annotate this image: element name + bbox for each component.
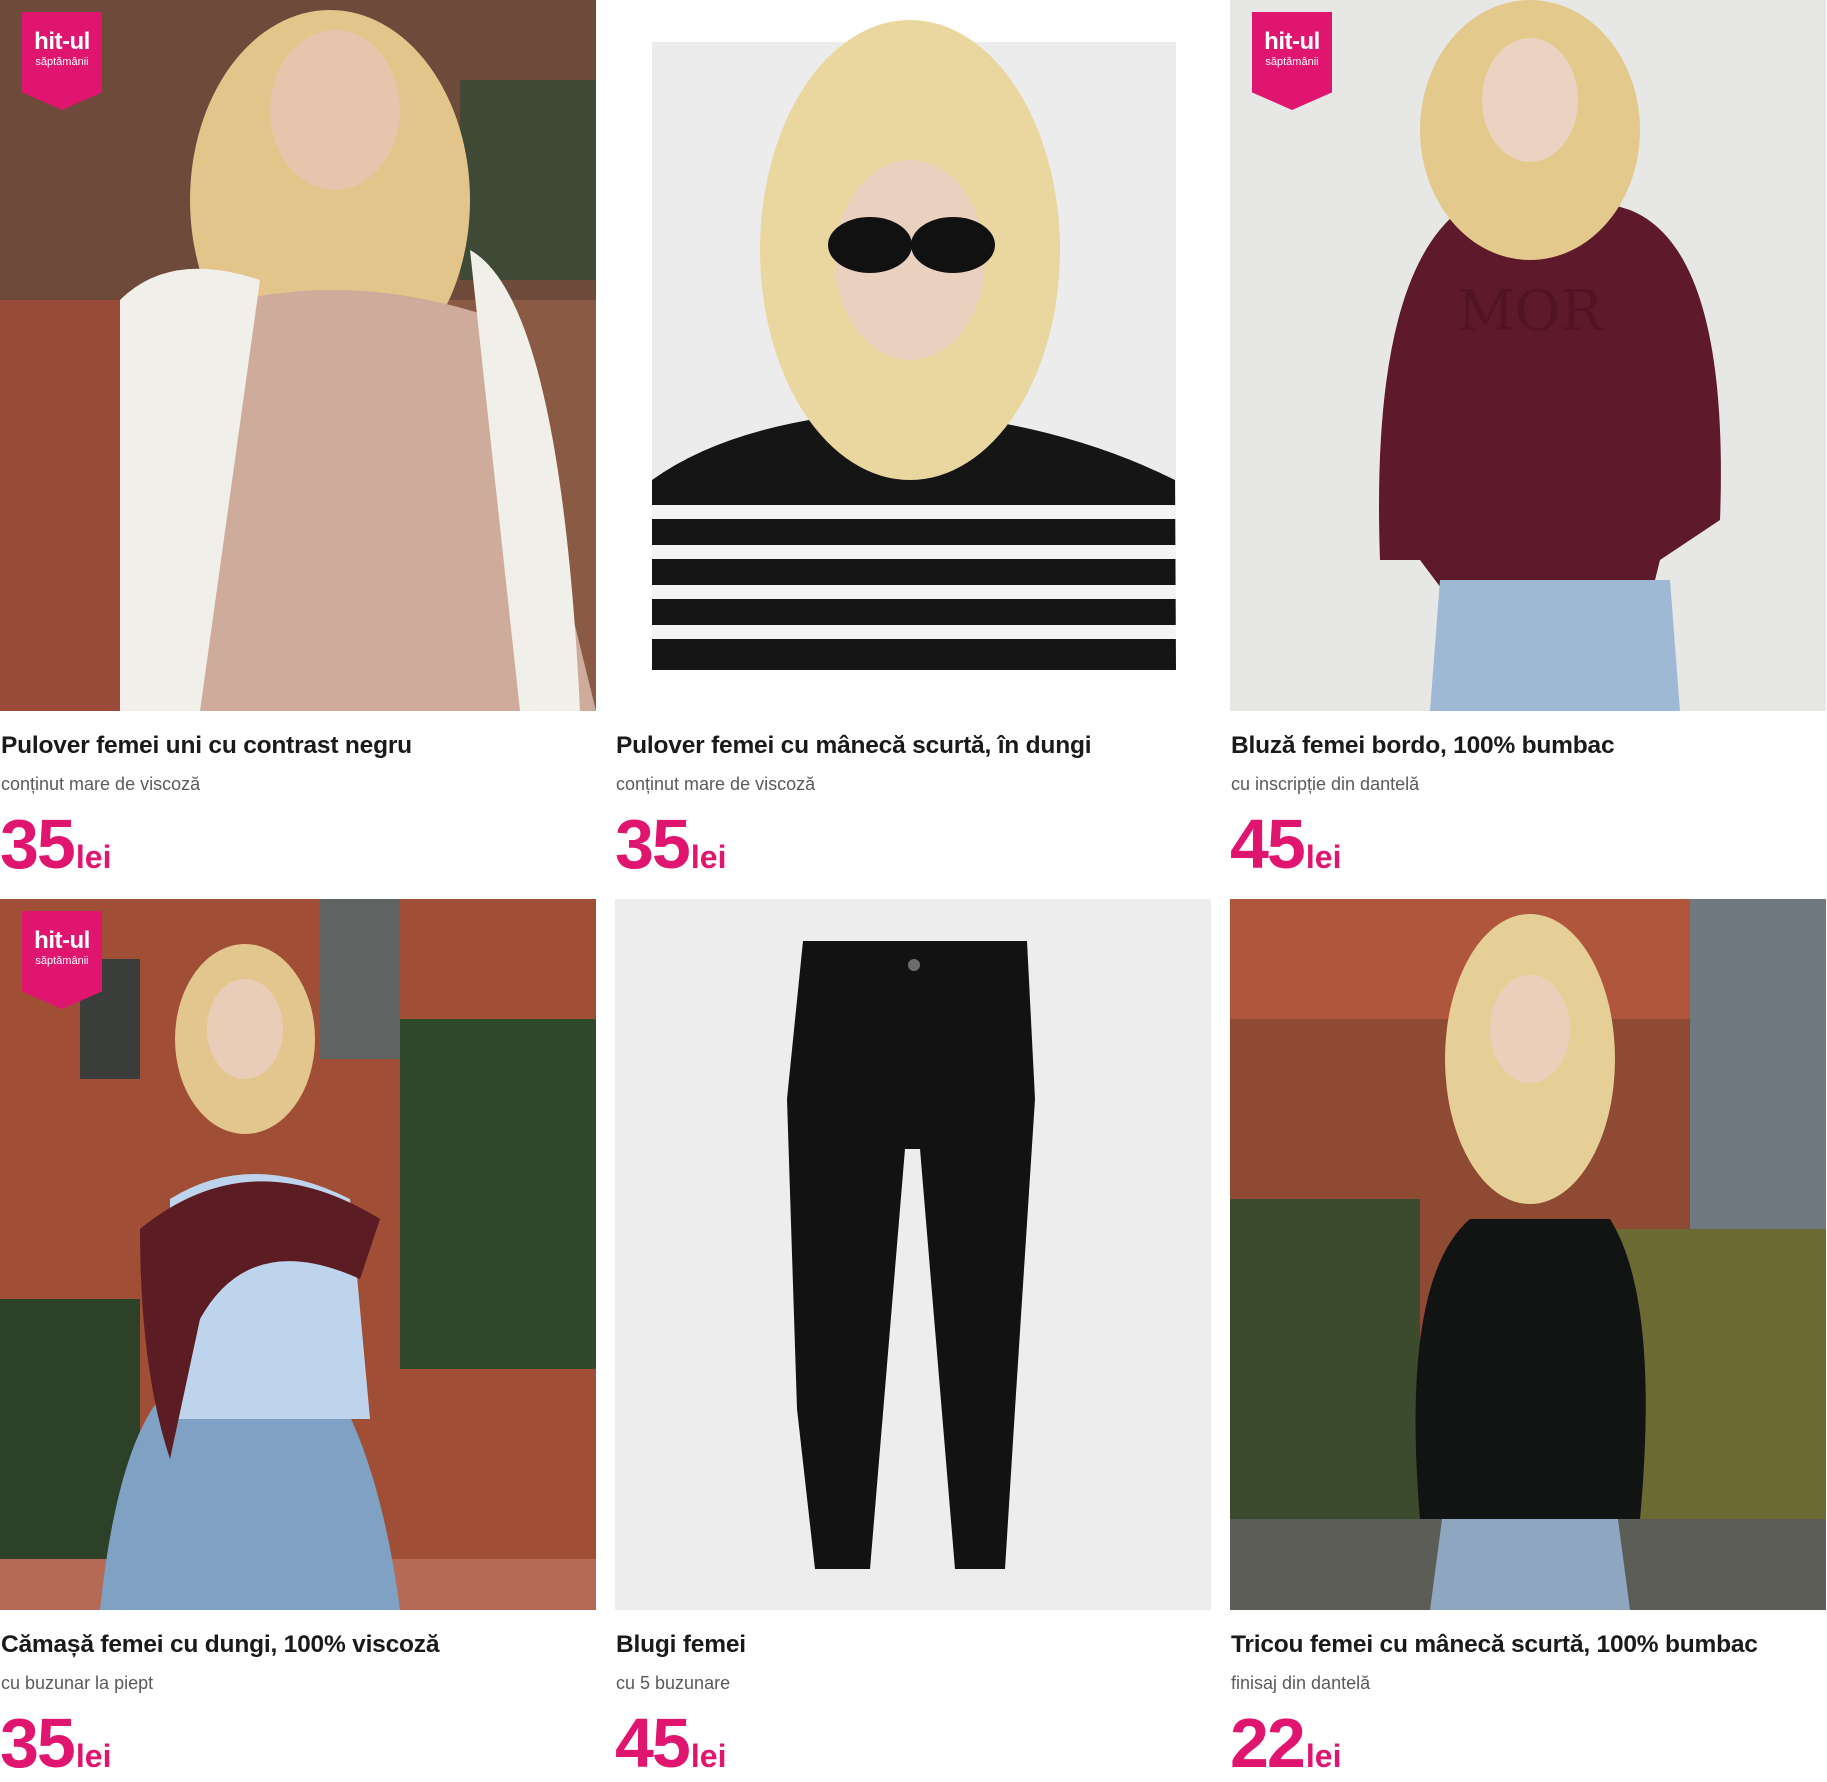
hit-badge: hit-ul săptămânii <box>1252 12 1332 110</box>
product-subtitle: conținut mare de viscoză <box>616 774 816 794</box>
product-price: 35lei <box>615 806 726 882</box>
hit-badge: hit-ul săptămânii <box>22 911 102 1009</box>
product-card[interactable]: hit-ul săptămânii Cămașă femei cu dungi,… <box>0 899 596 1781</box>
photo-placeholder <box>0 899 596 1610</box>
badge-title: hit-ul <box>34 927 90 954</box>
product-title[interactable]: Pulover femei uni cu contrast negru <box>1 731 412 761</box>
price-value: 22 <box>1230 1704 1306 1782</box>
product-subtitle: cu 5 buzunare <box>616 1673 731 1693</box>
product-subtitle: cu buzunar la piept <box>1 1673 154 1693</box>
photo-placeholder <box>615 899 1211 1610</box>
product-card[interactable]: Blugi femei cu 5 buzunare 45lei <box>615 899 1211 1781</box>
price-currency: lei <box>1305 839 1342 875</box>
hit-badge: hit-ul săptămânii <box>22 12 102 110</box>
badge-subtitle: săptămânii <box>1265 56 1319 68</box>
price-currency: lei <box>75 839 112 875</box>
photo-placeholder <box>1230 899 1826 1610</box>
badge-subtitle: săptămânii <box>35 56 89 68</box>
price-value: 35 <box>0 1704 76 1782</box>
product-title[interactable]: Pulover femei cu mânecă scurtă, în dungi <box>616 731 1092 761</box>
product-card[interactable]: hit-ul săptămânii Pulover femei uni cu c… <box>0 0 596 882</box>
product-title[interactable]: Tricou femei cu mânecă scurtă, 100% bumb… <box>1231 1630 1758 1660</box>
product-image[interactable]: MOR hit-ul săptămânii <box>1230 0 1826 711</box>
badge-subtitle: săptămânii <box>35 955 89 967</box>
photo-placeholder: MOR <box>1230 0 1826 711</box>
product-image[interactable]: hit-ul săptămânii <box>0 0 596 711</box>
product-price: 45lei <box>615 1705 726 1781</box>
product-price: 22lei <box>1230 1705 1341 1781</box>
product-card[interactable]: Pulover femei cu mânecă scurtă, în dungi… <box>615 0 1211 882</box>
product-subtitle: cu inscripție din dantelă <box>1231 774 1420 794</box>
product-title[interactable]: Bluză femei bordo, 100% bumbac <box>1231 731 1615 761</box>
price-value: 35 <box>615 805 691 883</box>
price-value: 45 <box>1230 805 1306 883</box>
price-currency: lei <box>690 839 727 875</box>
product-image[interactable] <box>615 899 1211 1610</box>
product-image[interactable] <box>615 0 1211 711</box>
price-currency: lei <box>1305 1738 1342 1774</box>
badge-title: hit-ul <box>34 28 90 55</box>
product-title[interactable]: Cămașă femei cu dungi, 100% viscoză <box>1 1630 439 1660</box>
photo-placeholder <box>615 0 1211 711</box>
product-title[interactable]: Blugi femei <box>616 1630 746 1660</box>
price-currency: lei <box>75 1738 112 1774</box>
photo-placeholder <box>0 0 596 711</box>
product-subtitle: conținut mare de viscoză <box>1 774 201 794</box>
price-value: 35 <box>0 805 76 883</box>
product-subtitle: finisaj din dantelă <box>1231 1673 1371 1693</box>
product-card[interactable]: MOR hit-ul săptămânii Bluză femei bordo,… <box>1230 0 1826 882</box>
price-value: 45 <box>615 1704 691 1782</box>
product-image[interactable]: hit-ul săptămânii <box>0 899 596 1610</box>
product-image[interactable] <box>1230 899 1826 1610</box>
product-price: 35lei <box>0 806 111 882</box>
product-price: 45lei <box>1230 806 1341 882</box>
badge-title: hit-ul <box>1264 28 1320 55</box>
product-card[interactable]: Tricou femei cu mânecă scurtă, 100% bumb… <box>1230 899 1826 1781</box>
svg-text:MOR: MOR <box>1457 279 1604 344</box>
product-price: 35lei <box>0 1705 111 1781</box>
price-currency: lei <box>690 1738 727 1774</box>
